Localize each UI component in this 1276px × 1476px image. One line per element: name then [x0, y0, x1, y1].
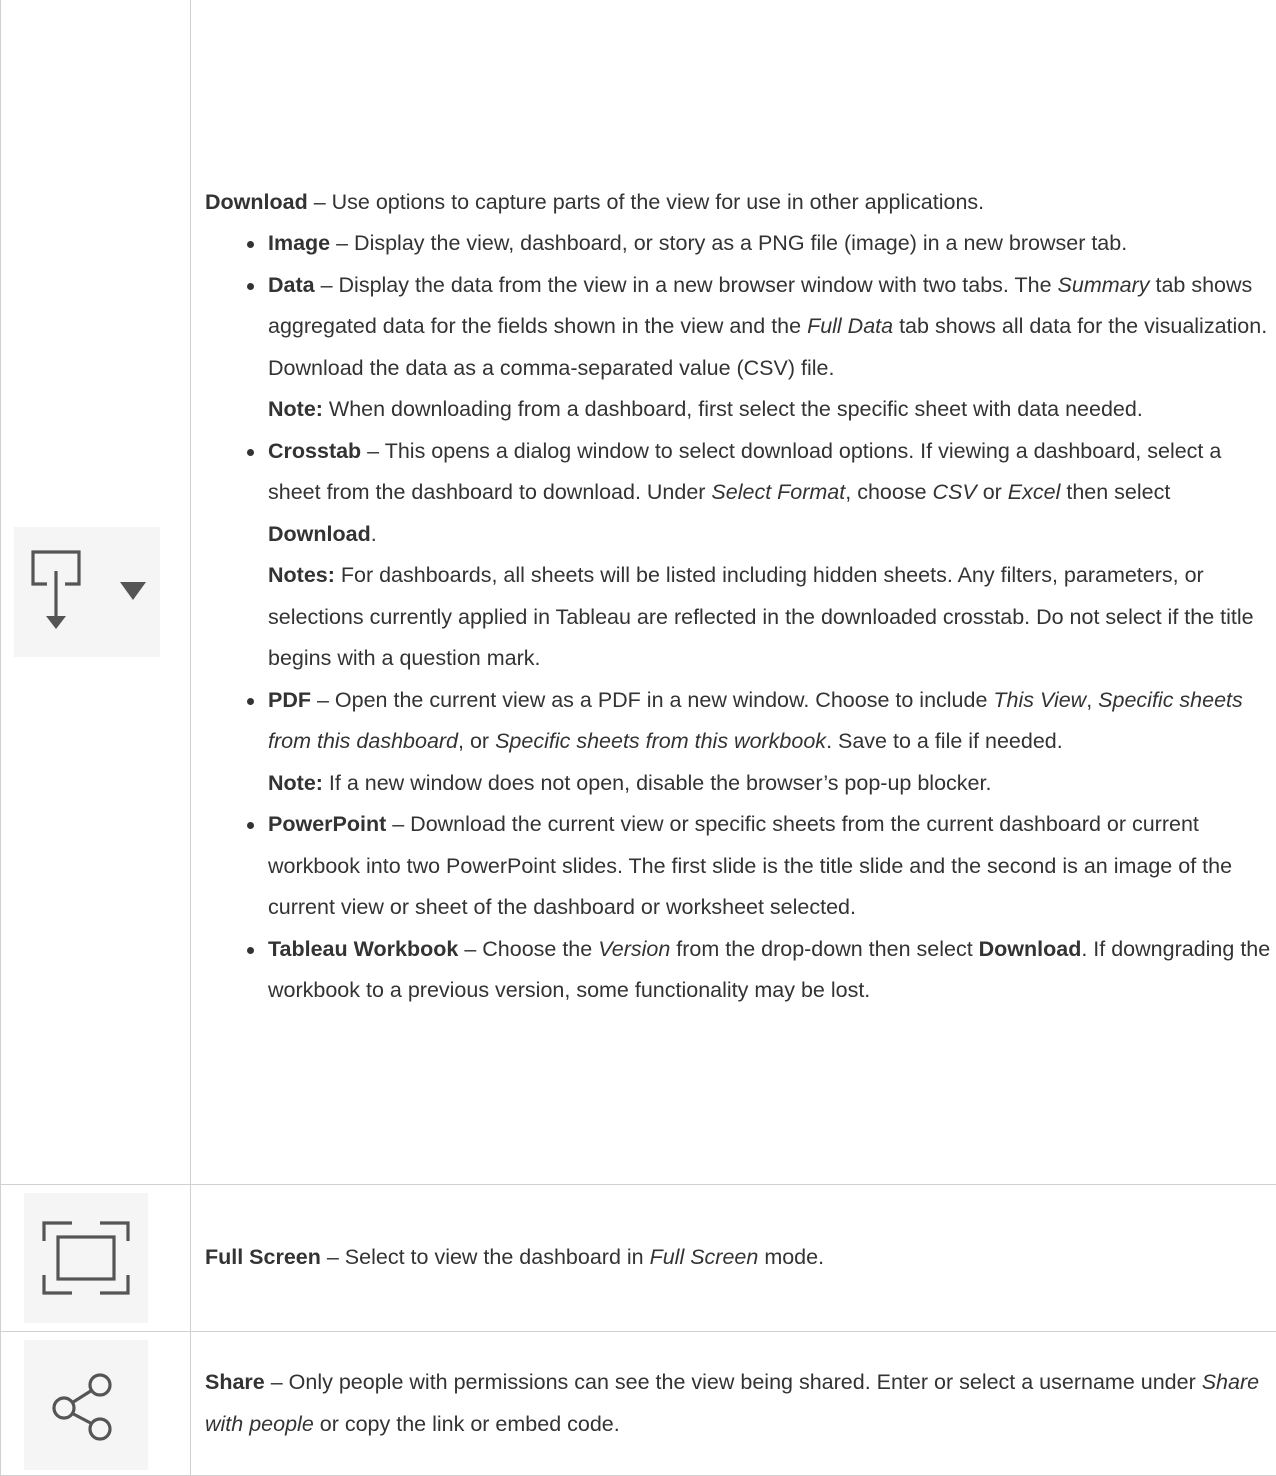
share-row: Share – Only people with permissions can… [1, 1332, 1276, 1476]
full-screen-description: Full Screen – Select to view the dashboa… [191, 1185, 1276, 1332]
list-item-powerpoint: PowerPoint – Download the current view o… [268, 804, 1276, 929]
share-icon [24, 1340, 148, 1470]
share-title: Share [205, 1370, 265, 1394]
full-screen-icon-cell [1, 1185, 191, 1332]
full-screen-row: Full Screen – Select to view the dashboa… [1, 1185, 1276, 1332]
list-item-crosstab: Crosstab – This opens a dialog window to… [268, 431, 1276, 680]
download-intro: Download – Use options to capture parts … [205, 182, 1276, 224]
download-title: Download [205, 190, 308, 214]
full-screen-title: Full Screen [205, 1245, 321, 1269]
share-description: Share – Only people with permissions can… [191, 1332, 1276, 1476]
list-item-image: Image – Display the view, dashboard, or … [268, 223, 1276, 265]
crosstab-note: Notes: For dashboards, all sheets will b… [268, 555, 1276, 680]
download-row: Download – Use options to capture parts … [1, 0, 1276, 1185]
pdf-note: Note: If a new window does not open, dis… [268, 763, 1276, 805]
download-dropdown-icon [14, 527, 160, 657]
share-icon-cell [1, 1332, 191, 1476]
list-item-tableau-workbook: Tableau Workbook – Choose the Version fr… [268, 929, 1276, 1012]
download-options-list: Image – Display the view, dashboard, or … [205, 223, 1276, 1012]
list-item-data: Data – Display the data from the view in… [268, 265, 1276, 431]
list-item-pdf: PDF – Open the current view as a PDF in … [268, 680, 1276, 805]
data-note: Note: When downloading from a dashboard,… [268, 389, 1276, 431]
download-description: Download – Use options to capture parts … [191, 0, 1276, 1185]
toolbar-help-table: Download – Use options to capture parts … [0, 0, 1276, 1476]
download-icon-cell [1, 0, 191, 1185]
full-screen-icon [24, 1193, 148, 1323]
